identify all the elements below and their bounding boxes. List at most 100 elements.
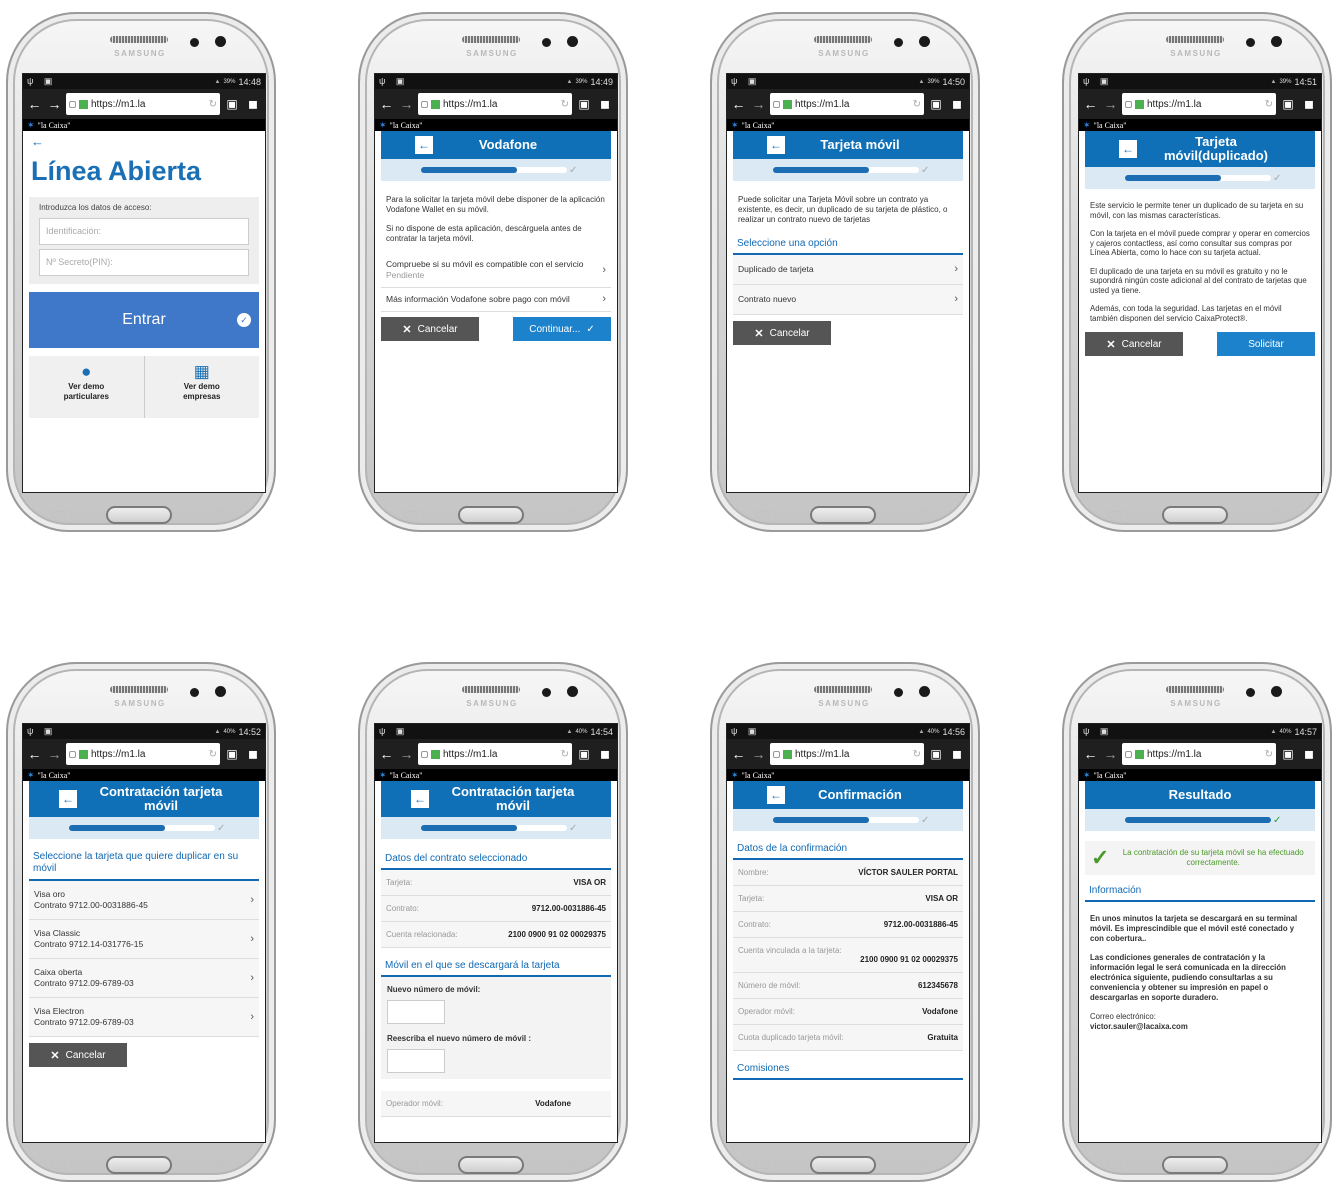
card-row[interactable]: Visa oro Contrato 9712.00-0031886-45 › (29, 881, 259, 920)
menu-key-icon[interactable] (404, 1161, 417, 1169)
home-button[interactable] (810, 506, 876, 524)
menu-key-icon[interactable] (404, 511, 417, 519)
continue-button[interactable]: Continuar... ✓ (513, 317, 611, 341)
back-arrow-icon[interactable]: ← (378, 96, 395, 112)
bookmark-icon[interactable]: ◼ (948, 747, 966, 761)
back-arrow-icon[interactable]: ← (23, 131, 265, 152)
forward-arrow-icon[interactable]: → (1102, 96, 1119, 112)
forward-arrow-icon[interactable]: → (750, 96, 767, 112)
back-arrow-icon[interactable]: ← (26, 96, 43, 112)
reload-icon[interactable]: ↻ (561, 99, 569, 110)
back-key-icon[interactable]: ↶ (566, 1157, 576, 1171)
pin-input[interactable]: Nº Secreto(PIN): (39, 249, 249, 276)
back-icon[interactable]: ← (415, 136, 433, 154)
back-key-icon[interactable]: ↶ (1270, 507, 1280, 521)
back-key-icon[interactable]: ↶ (214, 1157, 224, 1171)
bookmark-icon[interactable]: ◼ (244, 97, 262, 111)
reload-icon[interactable]: ↻ (209, 99, 217, 110)
new-number-input[interactable] (387, 1000, 445, 1024)
bookmark-icon[interactable]: ◼ (244, 747, 262, 761)
forward-arrow-icon[interactable]: → (750, 746, 767, 762)
back-icon[interactable]: ← (411, 790, 429, 808)
cancel-button[interactable]: ✕ Cancelar (381, 317, 479, 341)
demo-particulares-button[interactable]: ● Ver demo particulares (29, 356, 145, 418)
tabs-icon[interactable]: ▣ (575, 97, 593, 111)
retype-number-input[interactable] (387, 1049, 445, 1073)
menu-key-icon[interactable] (756, 1161, 769, 1169)
home-button[interactable] (458, 1156, 524, 1174)
back-key-icon[interactable]: ↶ (918, 1157, 928, 1171)
tabs-icon[interactable]: ▣ (223, 97, 241, 111)
back-arrow-icon[interactable]: ← (1082, 746, 1099, 762)
tabs-icon[interactable]: ▣ (223, 747, 241, 761)
tabs-icon[interactable]: ▣ (927, 97, 945, 111)
back-icon[interactable]: ← (59, 790, 77, 808)
tabs-icon[interactable]: ▣ (1279, 747, 1297, 761)
back-arrow-icon[interactable]: ← (26, 746, 43, 762)
home-button[interactable] (458, 506, 524, 524)
reload-icon[interactable]: ↻ (1265, 749, 1273, 760)
forward-arrow-icon[interactable]: → (398, 96, 415, 112)
tabs-icon[interactable]: ▣ (575, 747, 593, 761)
reload-icon[interactable]: ↻ (209, 749, 217, 760)
back-key-icon[interactable]: ↶ (1270, 1157, 1280, 1171)
forward-arrow-icon[interactable]: → (46, 746, 63, 762)
forward-arrow-icon[interactable]: → (398, 746, 415, 762)
more-info-row[interactable]: Más información Vodafone sobre pago con … (381, 288, 611, 312)
cancel-button[interactable]: ✕ Cancelar (29, 1043, 127, 1067)
bookmark-icon[interactable]: ◼ (1300, 747, 1318, 761)
bookmark-icon[interactable]: ◼ (596, 747, 614, 761)
back-key-icon[interactable]: ↶ (214, 507, 224, 521)
home-button[interactable] (106, 1156, 172, 1174)
home-button[interactable] (1162, 506, 1228, 524)
card-row[interactable]: Caixa oberta Contrato 9712.09-6789-03 › (29, 959, 259, 998)
bookmark-icon[interactable]: ◼ (596, 97, 614, 111)
menu-key-icon[interactable] (756, 511, 769, 519)
option-new-contract-row[interactable]: Contrato nuevo › (733, 285, 963, 315)
back-key-icon[interactable]: ↶ (918, 507, 928, 521)
forward-arrow-icon[interactable]: → (1102, 746, 1119, 762)
back-arrow-icon[interactable]: ← (730, 746, 747, 762)
home-button[interactable] (1162, 1156, 1228, 1174)
option-duplicate-row[interactable]: Duplicado de tarjeta › (733, 255, 963, 285)
enter-button[interactable]: Entrar ✓ (29, 292, 259, 348)
menu-key-icon[interactable] (1108, 1161, 1121, 1169)
forward-arrow-icon[interactable]: → (46, 96, 63, 112)
tabs-icon[interactable]: ▣ (927, 747, 945, 761)
bookmark-icon[interactable]: ◼ (1300, 97, 1318, 111)
back-arrow-icon[interactable]: ← (1082, 96, 1099, 112)
reload-icon[interactable]: ↻ (913, 749, 921, 760)
request-button[interactable]: Solicitar (1217, 332, 1315, 356)
tabs-icon[interactable]: ▣ (1279, 97, 1297, 111)
url-bar[interactable]: https://m1.la ↻ (770, 93, 924, 115)
demo-empresas-button[interactable]: ▦ Ver demo empresas (145, 356, 260, 418)
cancel-button[interactable]: ✕ Cancelar (1085, 332, 1183, 356)
card-row[interactable]: Visa Classic Contrato 9712.14-031776-15 › (29, 920, 259, 959)
back-icon[interactable]: ← (767, 786, 785, 804)
card-row[interactable]: Visa Electron Contrato 9712.09-6789-03 › (29, 998, 259, 1037)
menu-key-icon[interactable] (52, 1161, 65, 1169)
url-bar[interactable]: https://m1.la ↻ (418, 93, 572, 115)
back-key-icon[interactable]: ↶ (566, 507, 576, 521)
reload-icon[interactable]: ↻ (913, 99, 921, 110)
compatibility-row[interactable]: Compruebe si su móvil es compatible con … (381, 253, 611, 288)
menu-key-icon[interactable] (52, 511, 65, 519)
id-input[interactable]: Identificación: (39, 218, 249, 245)
back-arrow-icon[interactable]: ← (730, 96, 747, 112)
url-bar[interactable]: https://m1.la ↻ (66, 743, 220, 765)
operator-field[interactable]: Operador móvil: Vodafone (381, 1091, 611, 1117)
home-button[interactable] (106, 506, 172, 524)
back-icon[interactable]: ← (1119, 140, 1137, 158)
reload-icon[interactable]: ↻ (561, 749, 569, 760)
back-icon[interactable]: ← (767, 136, 785, 154)
bookmark-icon[interactable]: ◼ (948, 97, 966, 111)
cancel-button[interactable]: ✕ Cancelar (733, 321, 831, 345)
back-arrow-icon[interactable]: ← (378, 746, 395, 762)
home-button[interactable] (810, 1156, 876, 1174)
url-bar[interactable]: https://m1.la ↻ (1122, 93, 1276, 115)
url-bar[interactable]: https://m1.la ↻ (66, 93, 220, 115)
url-bar[interactable]: https://m1.la ↻ (770, 743, 924, 765)
reload-icon[interactable]: ↻ (1265, 99, 1273, 110)
menu-key-icon[interactable] (1108, 511, 1121, 519)
url-bar[interactable]: https://m1.la ↻ (418, 743, 572, 765)
